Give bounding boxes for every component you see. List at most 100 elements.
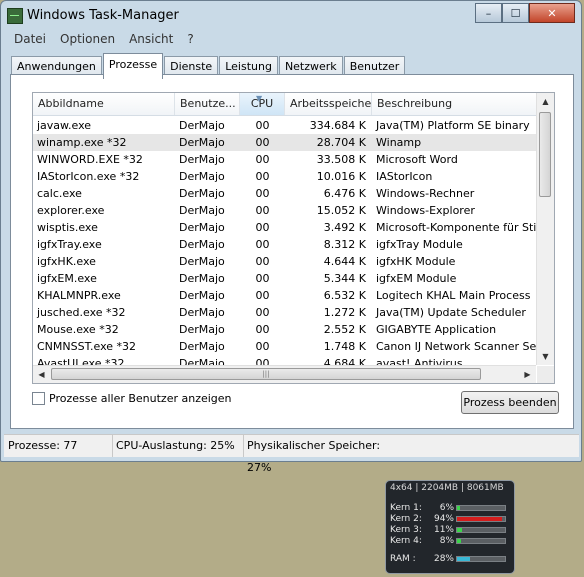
core-meter: Kern 1: 6%	[390, 503, 514, 514]
process-table: Abbildname Benutze... ▼ CPU Arbeitsspeic…	[32, 92, 555, 384]
maximize-button[interactable]: ☐	[502, 3, 529, 23]
process-memory: 15.052 K	[316, 204, 366, 217]
process-name: javaw.exe	[37, 119, 92, 132]
title-bar[interactable]: Windows Task-Manager – ☐ ✕	[1, 1, 581, 31]
column-description[interactable]: Beschreibung	[372, 93, 552, 115]
menu-ansicht[interactable]: Ansicht	[122, 31, 180, 49]
core-bar	[456, 527, 506, 533]
task-manager-icon	[7, 8, 23, 24]
process-description: igfxEM Module	[376, 272, 457, 285]
process-name: CNMNSST.exe *32	[37, 340, 137, 353]
table-row[interactable]: winamp.exe *32 DerMajo 00 28.704 K Winamp	[33, 134, 543, 151]
gadget-header: 4x64 | 2204MB | 8061MB	[390, 483, 504, 493]
process-memory: 6.532 K	[323, 289, 366, 302]
table-row[interactable]: KHALMNPR.exe DerMajo 00 6.532 K Logitech KHA…	[33, 287, 543, 304]
menu-help[interactable]: ?	[180, 31, 200, 49]
menu-optionen[interactable]: Optionen	[53, 31, 122, 49]
process-description: Java(TM) Update Scheduler	[376, 306, 526, 319]
scroll-left-icon[interactable]: ◀	[33, 366, 50, 383]
process-name: IAStorIcon.exe *32	[37, 170, 140, 183]
table-row[interactable]: igfxTray.exe DerMajo 00 8.312 K igfxTray Mod…	[33, 236, 543, 253]
column-user[interactable]: Benutze...	[175, 93, 240, 115]
process-user: DerMajo	[179, 204, 225, 217]
core-bar	[456, 516, 506, 522]
column-memory[interactable]: Arbeitsspeiche...	[285, 93, 372, 115]
cpu-meter-gadget[interactable]: 4x64 | 2204MB | 8061MB Kern 1: 6% Kern 2: 9…	[385, 480, 515, 574]
process-memory: 5.344 K	[323, 272, 366, 285]
table-row[interactable]: jusched.exe *32 DerMajo 00 1.272 K Java(TM) …	[33, 304, 543, 321]
vertical-scrollbar[interactable]: ▲ ▼	[536, 93, 554, 365]
process-memory: 28.704 K	[316, 136, 366, 149]
show-all-users-label: Prozesse aller Benutzer anzeigen	[49, 392, 232, 405]
window-title: Windows Task-Manager	[27, 8, 179, 23]
process-name: Mouse.exe *32	[37, 323, 119, 336]
table-row[interactable]: igfxHK.exe DerMajo 00 4.644 K igfxHK Module	[33, 253, 543, 270]
process-cpu: 00	[255, 340, 270, 353]
ram-percent: 28%	[433, 554, 454, 564]
table-row[interactable]: calc.exe DerMajo 00 6.476 K Windows-Rechner	[33, 185, 543, 202]
process-name: KHALMNPR.exe	[37, 289, 121, 302]
process-name: calc.exe	[37, 187, 82, 200]
process-description: Java(TM) Platform SE binary	[376, 119, 530, 132]
table-row[interactable]: WINWORD.EXE *32 DerMajo 00 33.508 K Microsof…	[33, 151, 543, 168]
horizontal-scrollbar[interactable]: ◀ ||| ▶	[33, 365, 536, 383]
process-memory: 8.312 K	[323, 238, 366, 251]
show-all-users-checkbox[interactable]	[32, 392, 45, 405]
table-row[interactable]: Mouse.exe *32 DerMajo 00 2.552 K GIGABYTE Ap…	[33, 321, 543, 338]
table-row[interactable]: IAStorIcon.exe *32 DerMajo 00 10.016 K IASto…	[33, 168, 543, 185]
process-description: Canon IJ Network Scanner Selector	[376, 340, 544, 353]
core-percent: 6%	[439, 503, 454, 513]
scroll-right-icon[interactable]: ▶	[519, 366, 536, 383]
process-name: jusched.exe *32	[37, 306, 126, 319]
process-cpu: 00	[255, 289, 270, 302]
process-name: winamp.exe *32	[37, 136, 127, 149]
process-name: explorer.exe	[37, 204, 105, 217]
process-memory: 33.508 K	[316, 153, 366, 166]
vertical-scroll-thumb[interactable]	[539, 112, 551, 197]
table-row[interactable]: javaw.exe DerMajo 00 334.684 K Java(TM) Plat…	[33, 117, 543, 134]
horizontal-scroll-thumb[interactable]: |||	[51, 368, 481, 380]
process-description: Winamp	[376, 136, 422, 149]
scroll-up-icon[interactable]: ▲	[537, 93, 554, 110]
table-row[interactable]: explorer.exe DerMajo 00 15.052 K Windows-Exp…	[33, 202, 543, 219]
close-button[interactable]: ✕	[529, 3, 575, 23]
process-name: wisptis.exe	[37, 221, 98, 234]
process-user: DerMajo	[179, 153, 225, 166]
table-row[interactable]: wisptis.exe DerMajo 00 3.492 K Microsoft-Kom…	[33, 219, 544, 236]
scroll-down-icon[interactable]: ▼	[537, 348, 554, 365]
process-memory: 334.684 K	[309, 119, 366, 132]
column-cpu[interactable]: ▼ CPU	[240, 93, 285, 115]
menu-datei[interactable]: Datei	[7, 31, 53, 49]
status-bar: Prozesse: 77 CPU-Auslastung: 25% Physika…	[4, 434, 579, 474]
tab-prozesse[interactable]: Prozesse	[102, 53, 164, 79]
process-description: GIGABYTE Application	[376, 323, 497, 336]
process-user: DerMajo	[179, 289, 225, 302]
core-percent: 8%	[439, 536, 454, 546]
minimize-button[interactable]: –	[475, 3, 502, 23]
status-process-count: Prozesse: 77	[4, 435, 113, 457]
process-cpu: 00	[255, 323, 270, 336]
ram-meter: RAM : 28%	[390, 554, 514, 565]
status-cpu-usage: CPU-Auslastung: 25%	[112, 435, 244, 457]
process-cpu: 00	[255, 306, 270, 319]
column-image-name[interactable]: Abbildname	[33, 93, 175, 115]
table-row[interactable]: igfxEM.exe DerMajo 00 5.344 K igfxEM Module	[33, 270, 543, 287]
core-bar-fill	[457, 506, 460, 510]
table-row[interactable]: CNMNSST.exe *32 DerMajo 00 1.748 K Canon IJ …	[33, 338, 544, 355]
core-meter: Kern 3: 11%	[390, 525, 514, 536]
core-percent: 94%	[433, 514, 454, 524]
process-cpu: 00	[255, 238, 270, 251]
show-all-users-option[interactable]: Prozesse aller Benutzer anzeigen	[32, 392, 232, 405]
core-label: Kern 1:	[390, 503, 422, 513]
end-process-button[interactable]: Prozess beenden	[461, 391, 559, 414]
core-meter: Kern 4: 8%	[390, 536, 514, 547]
table-header: Abbildname Benutze... ▼ CPU Arbeitsspeic…	[33, 93, 554, 116]
ram-label: RAM :	[390, 554, 416, 564]
process-memory: 1.272 K	[323, 306, 366, 319]
process-description: Windows-Rechner	[376, 187, 475, 200]
process-cpu: 00	[255, 119, 270, 132]
menu-bar: Datei Optionen Ansicht ?	[7, 31, 577, 49]
process-cpu: 00	[255, 255, 270, 268]
core-label: Kern 2:	[390, 514, 422, 524]
process-cpu: 00	[255, 204, 270, 217]
